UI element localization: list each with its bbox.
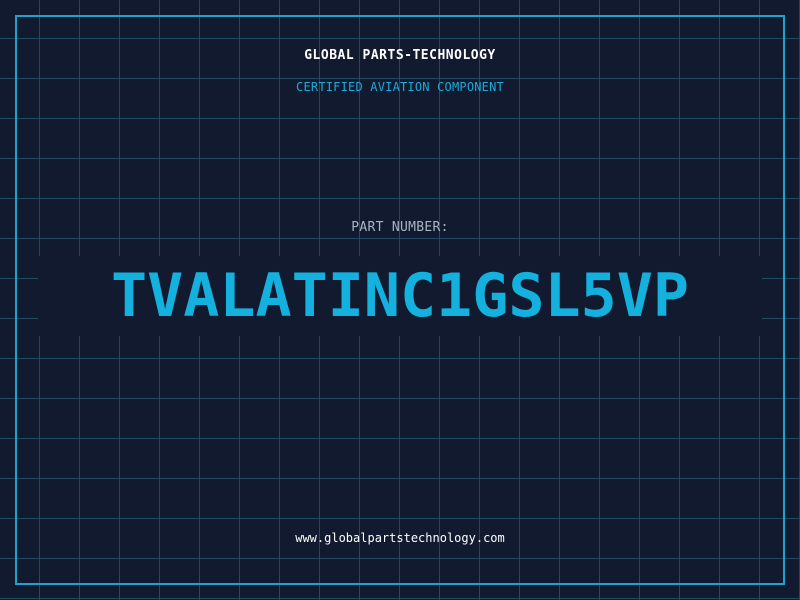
company-name: GLOBAL PARTS-TECHNOLOGY xyxy=(304,48,496,63)
certification-tagline: CERTIFIED AVIATION COMPONENT xyxy=(296,80,504,94)
website-url: www.globalpartstechnology.com xyxy=(295,531,505,545)
part-number-value: TVALATINC1GSL5VP xyxy=(111,261,689,331)
part-number-label: PART NUMBER: xyxy=(351,220,449,235)
